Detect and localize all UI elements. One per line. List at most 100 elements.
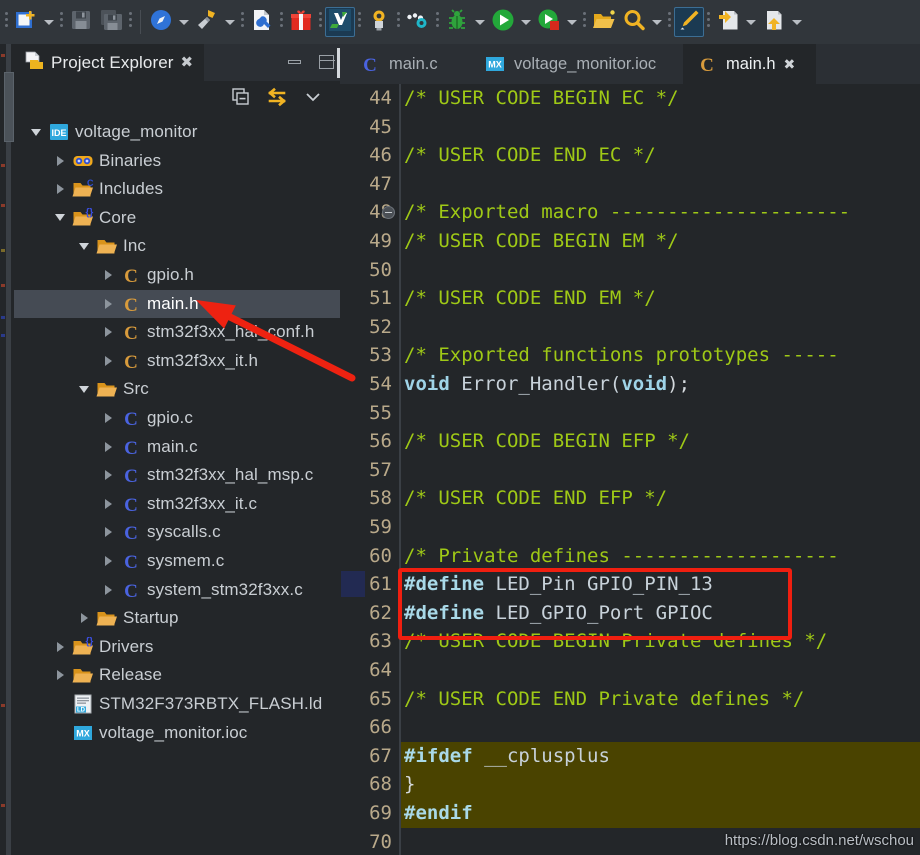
code-line[interactable]: #define LED_GPIO_Port GPIOC [404, 599, 713, 628]
code-line[interactable]: #endif [404, 799, 473, 828]
search-button[interactable] [619, 7, 649, 37]
tree-item[interactable]: MX voltage_monitor.ioc [14, 719, 340, 747]
tree-item[interactable]: Csystem_stm32f3xx.c [14, 576, 340, 604]
link-with-editor-icon[interactable] [266, 86, 288, 108]
code-line[interactable]: } [404, 770, 415, 799]
toolbar-grip[interactable] [277, 0, 286, 44]
tree-item[interactable]: Inc [14, 232, 340, 260]
chevron-right-icon[interactable] [76, 604, 92, 632]
scrollbar-track[interactable] [6, 44, 11, 855]
toolbar-grip[interactable] [580, 0, 589, 44]
chevron-right-icon[interactable] [52, 175, 68, 203]
code-line[interactable]: /* USER CODE BEGIN EFP */ [404, 427, 690, 456]
chevron-down-icon[interactable] [41, 7, 57, 37]
chevron-right-icon[interactable] [52, 661, 68, 689]
code-line[interactable]: #ifdef __cplusplus [404, 742, 610, 771]
code-line[interactable]: /* USER CODE BEGIN EM */ [404, 227, 679, 256]
view-menu-chevron-icon[interactable] [302, 86, 324, 108]
collapse-all-icon[interactable] [230, 86, 252, 108]
code-line[interactable]: /* Private defines ------------------- [404, 542, 839, 571]
tree-item[interactable]: C Includes [14, 175, 340, 203]
chevron-down-icon[interactable] [52, 204, 68, 232]
tree-item[interactable]: Src [14, 375, 340, 403]
tree-item[interactable]: Cgpio.c [14, 404, 340, 432]
tree-item[interactable]: Csysmem.c [14, 547, 340, 575]
code-line[interactable]: /* USER CODE END Private defines */ [404, 685, 804, 714]
tree-item[interactable]: Binaries [14, 147, 340, 175]
toolbar-grip[interactable] [394, 0, 403, 44]
chevron-down-icon[interactable] [518, 7, 534, 37]
chevron-right-icon[interactable] [100, 518, 116, 546]
tree-item[interactable]: LD STM32F373RBTX_FLASH.ld [14, 690, 340, 718]
tree-item[interactable]: {} Drivers [14, 633, 340, 661]
tree-item[interactable]: Cgpio.h [14, 261, 340, 289]
toolbar-grip[interactable] [704, 0, 713, 44]
tree-item[interactable]: Cstm32f3xx_hal_msp.c [14, 461, 340, 489]
toolbar-grip[interactable] [433, 0, 442, 44]
code-line[interactable]: /* Exported macro --------------------- [404, 198, 850, 227]
chevron-down-icon[interactable] [222, 7, 238, 37]
stop-run-button[interactable] [534, 7, 564, 37]
build-button[interactable] [192, 7, 222, 37]
editor-tab[interactable]: Cmain.c [346, 44, 471, 84]
chevron-right-icon[interactable] [100, 547, 116, 575]
chevron-right-icon[interactable] [100, 461, 116, 489]
chevron-right-icon[interactable] [100, 433, 116, 461]
maximize-view-button[interactable] [319, 55, 335, 69]
device-config-button[interactable] [364, 7, 394, 37]
chevron-down-icon[interactable] [76, 375, 92, 403]
debug-bug-button[interactable] [442, 7, 472, 37]
chevron-right-icon[interactable] [100, 576, 116, 604]
gift-button[interactable] [286, 7, 316, 37]
chevron-right-icon[interactable] [100, 490, 116, 518]
chevron-down-icon[interactable] [176, 7, 192, 37]
chevron-right-icon[interactable] [100, 347, 116, 375]
code-line[interactable]: /* USER CODE BEGIN EC */ [404, 84, 679, 113]
tree-item[interactable]: IDE voltage_monitor [14, 118, 340, 146]
source-code[interactable]: 44 /* USER CODE BEGIN EC */ 45 46 /* USER CO… [340, 84, 920, 855]
editor-body[interactable]: 44 /* USER CODE BEGIN EC */ 45 46 /* USER CO… [340, 84, 920, 855]
tree-item[interactable]: Startup [14, 604, 340, 632]
chevron-right-icon[interactable] [52, 633, 68, 661]
next-edit-button[interactable] [759, 7, 789, 37]
toolbar-grip[interactable] [665, 0, 674, 44]
tree-item[interactable]: Cmain.h [14, 289, 340, 318]
cubemx-perspective-button[interactable] [325, 7, 355, 37]
code-line[interactable]: /* USER CODE BEGIN Private defines */ [404, 627, 827, 656]
close-icon[interactable]: ✖ [784, 56, 796, 73]
highlight-marker-button[interactable] [674, 7, 704, 37]
build-settings-button[interactable] [247, 7, 277, 37]
scrollbar-thumb[interactable] [4, 72, 14, 142]
chevron-down-icon[interactable] [76, 232, 92, 260]
chevron-down-icon[interactable] [28, 118, 44, 146]
minimize-view-button[interactable] [287, 55, 302, 69]
chevron-right-icon[interactable] [100, 290, 116, 318]
tree-item[interactable]: {} Core [14, 204, 340, 232]
chevron-down-icon[interactable] [743, 7, 759, 37]
tree-item[interactable]: Cstm32f3xx_it.c [14, 490, 340, 518]
editor-tab[interactable]: MX voltage_monitor.ioc [471, 44, 683, 84]
save-all-button[interactable] [96, 7, 126, 37]
chevron-right-icon[interactable] [100, 404, 116, 432]
project-tree[interactable]: IDE voltage_monitor Binaries C Includes {} Cor… [14, 112, 340, 855]
toolbar-grip[interactable] [57, 0, 66, 44]
code-line[interactable]: /* USER CODE END EC */ [404, 141, 656, 170]
chevron-down-icon[interactable] [472, 7, 488, 37]
toolbar-grip[interactable] [238, 0, 247, 44]
close-icon[interactable]: ✖ [181, 55, 194, 70]
toolbar-grip[interactable] [126, 0, 135, 44]
code-line[interactable]: /* USER CODE END EFP */ [404, 484, 667, 513]
left-marker-scrollbar[interactable] [0, 44, 14, 855]
chevron-right-icon[interactable] [100, 261, 116, 289]
connect-button[interactable] [403, 7, 433, 37]
chevron-right-icon[interactable] [52, 147, 68, 175]
chevron-down-icon[interactable] [789, 7, 805, 37]
tree-item[interactable]: Cstm32f3xx_it.h [14, 347, 340, 375]
chevron-down-icon[interactable] [564, 7, 580, 37]
code-line[interactable]: /* USER CODE END EM */ [404, 284, 656, 313]
toolbar-grip[interactable] [355, 0, 364, 44]
open-resource-button[interactable] [589, 7, 619, 37]
code-line[interactable]: void Error_Handler(void); [404, 370, 690, 399]
run-button[interactable] [488, 7, 518, 37]
editor-tab[interactable]: Cmain.h ✖ [683, 44, 816, 84]
